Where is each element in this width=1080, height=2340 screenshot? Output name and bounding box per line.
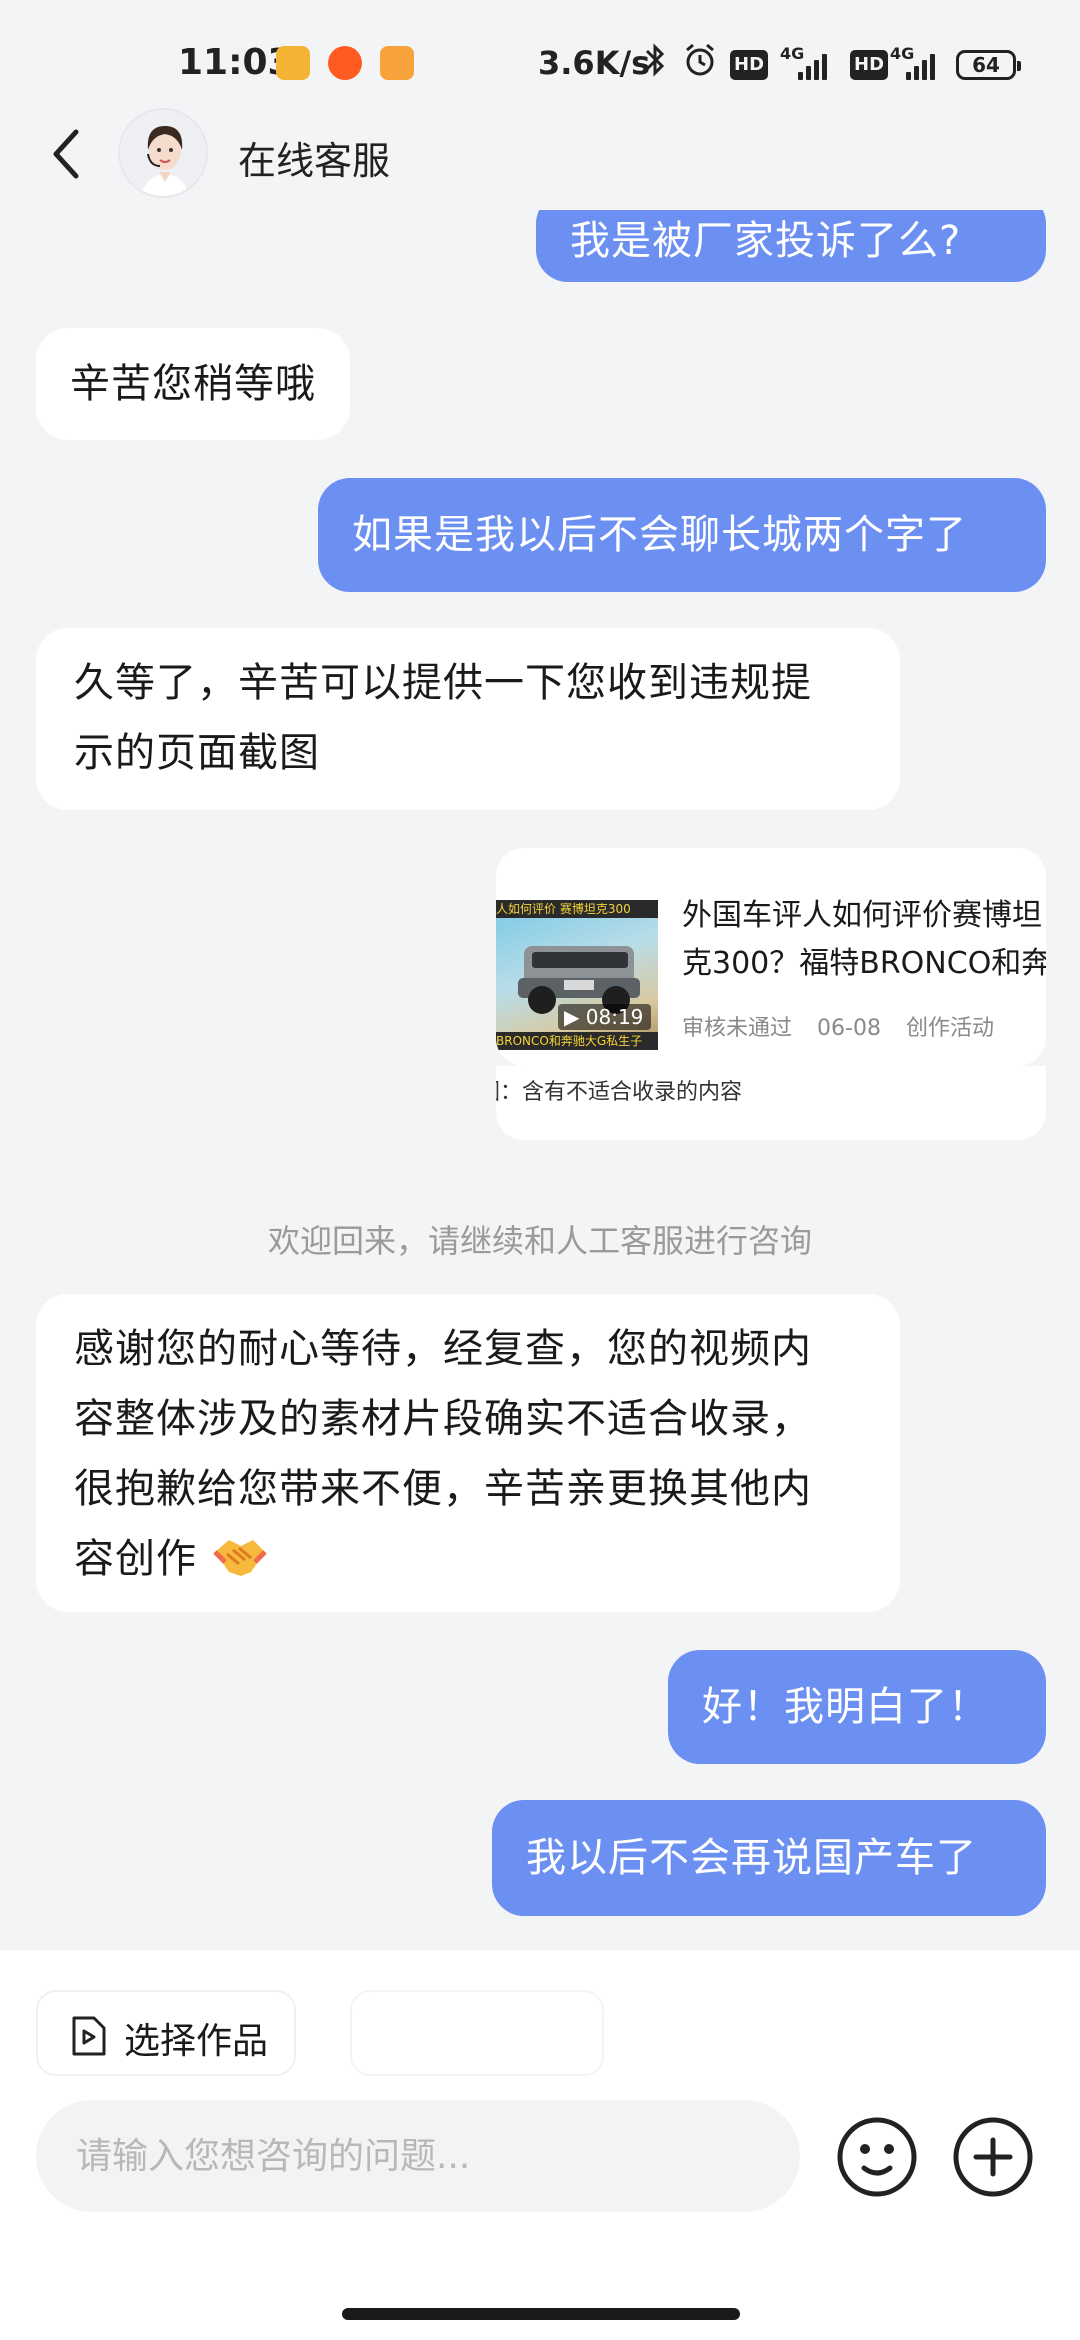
- video-file-icon: [72, 2016, 106, 2056]
- message-text: 我以后不会再说国产车了: [526, 1835, 977, 1881]
- message-text: 如果是我以后不会聊长城两个字了: [352, 512, 967, 558]
- message-outgoing: 我是被厂家投诉了么?: [536, 210, 1046, 282]
- message-text-line: 感谢您的耐心等待，经复查，您的视频内: [74, 1326, 812, 1372]
- video-meta: 审核未通过 06-08 创作活动: [682, 1010, 1012, 1042]
- agent-portrait: [120, 110, 206, 196]
- battery-indicator: 64: [956, 50, 1021, 80]
- chat-message-list[interactable]: 我是被厂家投诉了么? 辛苦您稍等哦 如果是我以后不会聊长城两个字了 久等了，辛苦…: [0, 210, 1080, 1950]
- plus-icon[interactable]: [952, 2116, 1034, 2198]
- agent-avatar: [118, 108, 208, 198]
- system-notice: 欢迎回来，请继续和人工客服进行咨询: [267, 1222, 812, 1260]
- signal-icon: [904, 50, 942, 80]
- bluetooth-icon: [645, 43, 665, 77]
- message-incoming: 辛苦您稍等哦: [36, 328, 350, 440]
- thumbnail-caption-bottom: BRONCO和奔驰大G私生子: [496, 1032, 658, 1050]
- message-text-line: 很抱歉给您带来不便，辛苦亲更换其他内: [74, 1466, 812, 1512]
- hd-badge: HD: [730, 50, 769, 80]
- message-text-line: 容创作: [74, 1536, 197, 1582]
- message-text: 辛苦您稍等哦: [70, 361, 316, 407]
- message-text-line: 示的页面截图: [74, 730, 320, 776]
- message-incoming: 感谢您的耐心等待，经复查，您的视频内 容整体涉及的素材片段确实不适合收录， 很抱…: [36, 1294, 900, 1612]
- video-title: 外国车评人如何评价赛博坦 克300？福特BRONCO和奔: [682, 892, 1046, 988]
- notification-app-icon: [328, 46, 362, 80]
- video-duration: ▶ 08:19: [558, 1004, 652, 1030]
- message-outgoing: 如果是我以后不会聊长城两个字了: [318, 478, 1046, 592]
- video-title-line: 克300？福特BRONCO和奔: [682, 946, 1046, 981]
- shortcut-chip[interactable]: [350, 1990, 604, 2076]
- hd-badge: HD: [850, 50, 889, 80]
- message-text-line: 久等了，辛苦可以提供一下您收到违规提: [74, 660, 812, 706]
- video-category: 创作活动: [905, 1016, 994, 1041]
- notification-app-icon: [380, 46, 414, 80]
- duration-text: 08:19: [585, 1005, 644, 1029]
- handshake-emoji-icon: [212, 1540, 267, 1576]
- select-work-button[interactable]: 选择作品: [36, 1990, 296, 2076]
- video-title-line: 外国车评人如何评价赛博坦: [682, 898, 1042, 933]
- video-thumbnail: 人如何评价 赛博坦克300 ▶ 08:19 BRONCO和奔驰大G私生子: [496, 900, 658, 1050]
- message-incoming: 久等了，辛苦可以提供一下您收到违规提 示的页面截图: [36, 628, 900, 810]
- back-arrow-icon[interactable]: [46, 126, 86, 182]
- net-speed: 3.6K/s: [538, 44, 651, 82]
- message-text-line: 容整体涉及的素材片段确实不适合收录，: [74, 1396, 812, 1442]
- select-work-label: 选择作品: [124, 2021, 269, 2062]
- thumbnail-caption-top: 人如何评价 赛博坦克300: [496, 900, 658, 918]
- chat-header: 在线客服: [0, 100, 1080, 210]
- rejection-reason: 因：含有不适合收录的内容: [496, 1080, 743, 1105]
- alarm-icon: [686, 43, 714, 76]
- question-input[interactable]: [36, 2100, 800, 2212]
- message-outgoing: 我以后不会再说国产车了: [492, 1800, 1046, 1916]
- smiley-icon[interactable]: [836, 2116, 918, 2198]
- shared-video-card-reason: 因：含有不适合收录的内容: [496, 1066, 1046, 1140]
- bottom-panel: 选择作品: [0, 1950, 1080, 2340]
- message-text: 我是被厂家投诉了么?: [570, 218, 962, 264]
- message-outgoing: 好！我明白了！: [668, 1650, 1046, 1764]
- signal-icon: [796, 50, 834, 80]
- notification-app-icon: [276, 46, 310, 80]
- video-date: 06-08: [817, 1016, 881, 1041]
- page-title: 在线客服: [238, 139, 391, 183]
- home-indicator[interactable]: [342, 2308, 740, 2320]
- review-status: 审核未通过: [682, 1016, 793, 1041]
- message-text: 好！我明白了！: [702, 1684, 989, 1730]
- shared-video-card[interactable]: 人如何评价 赛博坦克300 ▶ 08:19 BRONCO和奔驰大G私生子 外国车…: [496, 848, 1046, 1066]
- play-icon: ▶: [564, 1005, 580, 1029]
- chat-screen: 11:03 3.6K/s HD 4G HD 4G 64 在线客服 我是被厂家投诉…: [0, 0, 1080, 2340]
